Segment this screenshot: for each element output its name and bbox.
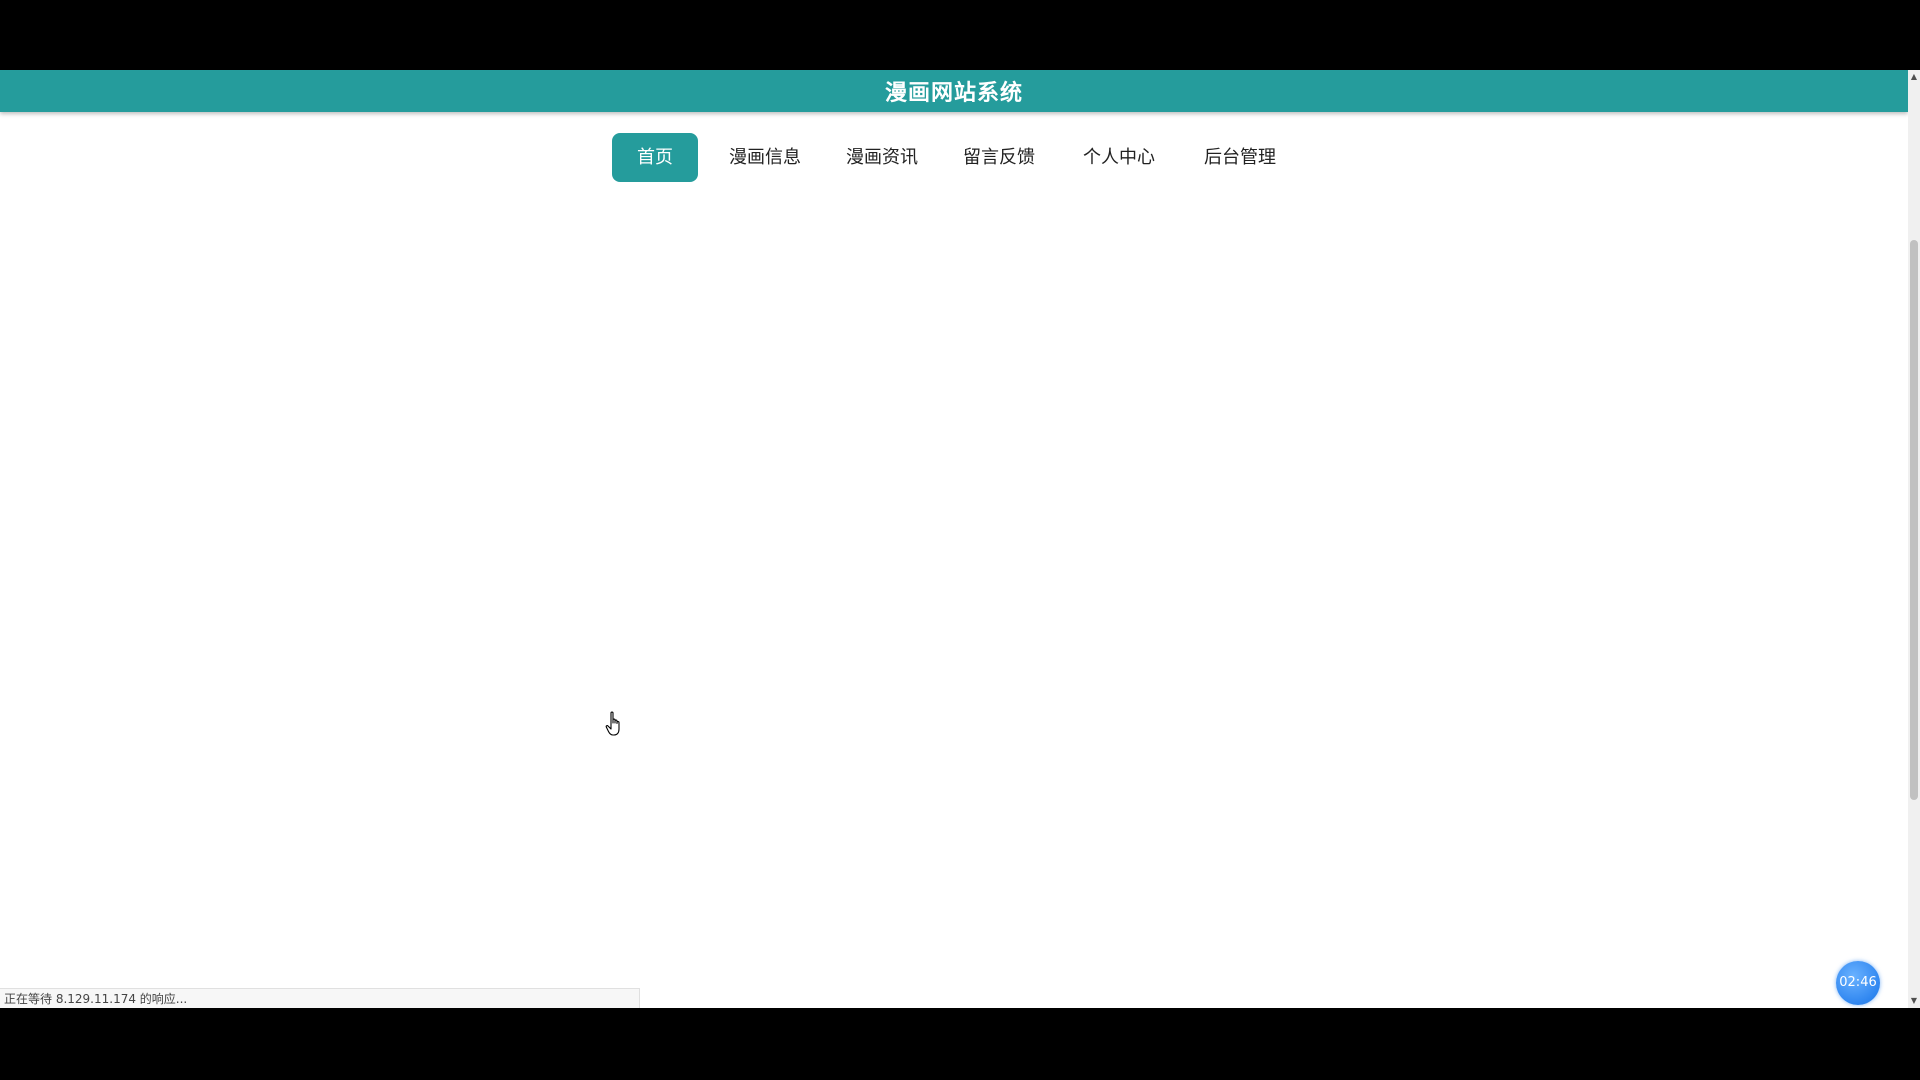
browser-status-bar: 正在等待 8.129.11.174 的响应... — [0, 988, 640, 1008]
hand-pointer-icon — [605, 711, 620, 736]
nav-item-comic-info[interactable]: 漫画信息 — [718, 133, 812, 182]
scroll-up-arrow-icon[interactable]: ▲ — [1908, 70, 1920, 84]
browser-viewport: 漫画网站系统 首页 漫画信息 漫画资讯 留言反馈 个人中心 后台管理 正在等待 … — [0, 70, 1908, 1008]
nav-item-home[interactable]: 首页 — [612, 133, 698, 182]
site-header: 漫画网站系统 — [0, 70, 1908, 112]
letterbox-top — [0, 0, 1920, 70]
nav-item-admin[interactable]: 后台管理 — [1192, 133, 1288, 182]
nav-item-comic-news[interactable]: 漫画资讯 — [836, 133, 928, 182]
letterbox-bottom — [0, 1008, 1920, 1080]
scroll-down-arrow-icon[interactable]: ▼ — [1908, 994, 1920, 1008]
site-title: 漫画网站系统 — [884, 81, 1023, 106]
nav-item-personal-center[interactable]: 个人中心 — [1072, 133, 1166, 182]
main-nav: 首页 漫画信息 漫画资讯 留言反馈 个人中心 后台管理 — [0, 133, 1908, 183]
vertical-scrollbar[interactable]: ▲ ▼ — [1908, 70, 1920, 1008]
nav-item-feedback[interactable]: 留言反馈 — [952, 133, 1046, 182]
scroll-thumb[interactable] — [1910, 240, 1918, 800]
timer-badge[interactable]: 02:46 — [1836, 961, 1880, 1005]
